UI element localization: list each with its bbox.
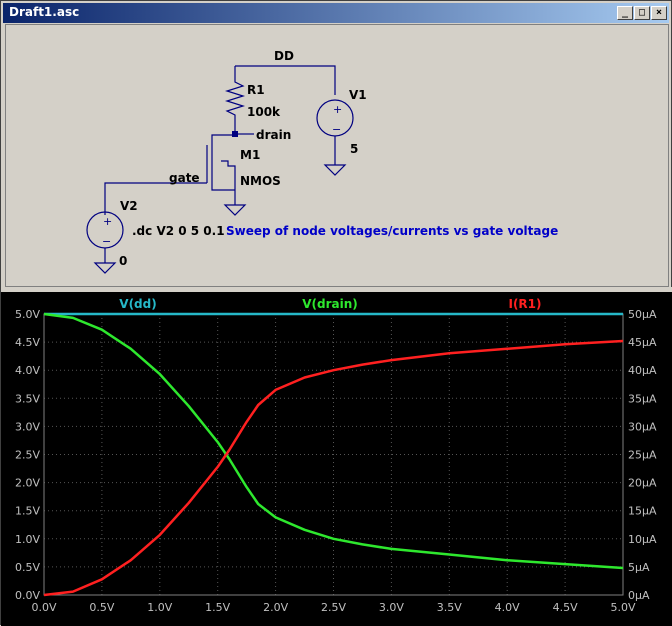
y-tick-label: 2.0V (15, 477, 40, 490)
y2-tick-label: 40µA (628, 364, 657, 377)
net-label-drain[interactable]: drain (256, 128, 291, 142)
r1-name[interactable]: R1 (247, 83, 265, 97)
ground-icon (323, 164, 347, 176)
m1-nmos[interactable] (211, 134, 235, 191)
svg-text:+: + (333, 103, 342, 116)
title-bar[interactable]: Draft1.asc _ □ × (3, 3, 669, 23)
legend-vdrain[interactable]: V(drain) (302, 297, 358, 311)
y2-tick-label: 25µA (628, 449, 657, 462)
comment-text[interactable]: Sweep of node voltages/currents vs gate … (226, 224, 558, 238)
y-tick-label: 1.5V (15, 505, 40, 518)
x-tick-label: 5.0V (610, 601, 635, 614)
y2-tick-label: 10µA (628, 533, 657, 546)
y-tick-label: 5.0V (15, 308, 40, 321)
y2-tick-label: 45µA (628, 336, 657, 349)
window-title: Draft1.asc (9, 5, 80, 19)
net-label-gate[interactable]: gate (169, 171, 200, 185)
x-tick-label: 4.5V (553, 601, 578, 614)
ground-icon (93, 262, 117, 274)
r1-resistor[interactable] (224, 66, 246, 135)
y-tick-label: 3.0V (15, 420, 40, 433)
schematic-editor[interactable]: + − + − DD R1 100k V1 5 drain M1 NMOS ga… (5, 24, 669, 287)
x-tick-label: 4.0V (495, 601, 520, 614)
dc-directive[interactable]: .dc V2 0 5 0.1 (132, 224, 225, 238)
y2-tick-label: 50µA (628, 308, 657, 321)
x-tick-label: 2.0V (263, 601, 288, 614)
y-tick-label: 4.5V (15, 336, 40, 349)
y2-tick-label: 15µA (628, 505, 657, 518)
x-tick-label: 1.0V (147, 601, 172, 614)
y-tick-label: 3.5V (15, 392, 40, 405)
m1-model[interactable]: NMOS (240, 174, 281, 188)
minimize-button[interactable]: _ (617, 6, 633, 20)
x-tick-label: 3.5V (437, 601, 462, 614)
y-tick-label: 0.0V (15, 589, 40, 602)
y-tick-label: 4.0V (15, 364, 40, 377)
legend-ir1[interactable]: I(R1) (508, 297, 541, 311)
waveform-viewer[interactable]: 0.0V 0.5V 1.0V 1.5V 2.0V 2.5V 3.0V 3.5V 4.0V 4.5V… (1, 292, 672, 626)
drain-node-dot[interactable] (232, 131, 238, 137)
m1-name[interactable]: M1 (240, 148, 260, 162)
y-tick-label: 0.5V (15, 561, 40, 574)
svg-text:−: − (332, 123, 341, 136)
maximize-button[interactable]: □ (634, 6, 650, 20)
v1-name[interactable]: V1 (349, 88, 367, 102)
v2-name[interactable]: V2 (120, 199, 138, 213)
x-tick-label: 1.5V (205, 601, 230, 614)
y2-tick-label: 0µA (628, 589, 650, 602)
y-tick-label: 2.5V (15, 449, 40, 462)
r1-value[interactable]: 100k (247, 105, 281, 119)
y2-tick-label: 20µA (628, 477, 657, 490)
y2-tick-label: 35µA (628, 392, 657, 405)
close-button[interactable]: × (651, 6, 667, 20)
x-tick-label: 2.5V (321, 601, 346, 614)
v1-value[interactable]: 5 (350, 142, 358, 156)
ground-icon (223, 204, 247, 216)
v2-value[interactable]: 0 (119, 254, 127, 268)
y2-tick-label: 30µA (628, 420, 657, 433)
x-tick-label: 3.0V (379, 601, 404, 614)
x-tick-label: 0.5V (89, 601, 114, 614)
svg-text:+: + (103, 215, 112, 228)
x-tick-label: 0.0V (31, 601, 56, 614)
y2-tick-label: 5µA (628, 561, 650, 574)
net-label-dd[interactable]: DD (274, 49, 294, 63)
app-window: Draft1.asc _ □ × + − + − DD R1 100k V1 5… (0, 0, 672, 626)
svg-text:−: − (102, 235, 111, 248)
y-tick-label: 1.0V (15, 533, 40, 546)
legend-vdd[interactable]: V(dd) (119, 297, 156, 311)
